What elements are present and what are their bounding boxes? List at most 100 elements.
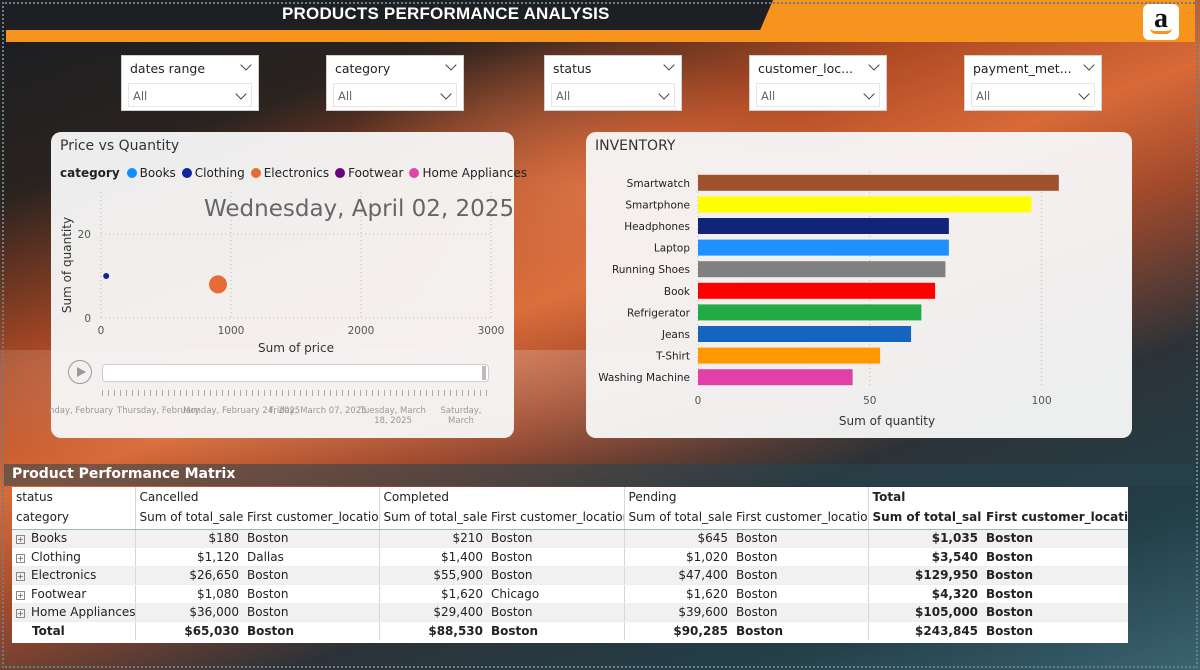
total-location-cell: Boston xyxy=(982,547,1129,567)
location-cell: Boston xyxy=(243,584,379,604)
slicer-dates-range[interactable]: dates range All xyxy=(121,55,259,111)
status-label: status xyxy=(16,489,53,504)
total-sales-cell: $3,540 xyxy=(867,547,983,567)
bar-running-shoes xyxy=(698,261,946,278)
total-row: Total $65,030 Boston $88,530 Boston $90,… xyxy=(12,621,1128,640)
y-tick-label: 0 xyxy=(84,313,91,325)
expand-icon[interactable]: + xyxy=(16,535,25,545)
chevron-down-icon[interactable] xyxy=(863,88,875,101)
expand-icon[interactable]: + xyxy=(16,572,25,582)
x-tick-label: 0 xyxy=(98,325,105,337)
location-cell: Boston xyxy=(732,603,869,622)
category-name: Footwear xyxy=(31,586,87,601)
location-cell: Boston xyxy=(243,603,379,622)
total-label: Total xyxy=(32,623,65,638)
scatter-point-electronics xyxy=(209,275,227,294)
chevron-down-icon[interactable] xyxy=(1083,59,1095,72)
table-row: + Books $180 Boston $210 Boston $645 Bost… xyxy=(12,529,1129,548)
bar-laptop xyxy=(698,239,949,256)
column-header[interactable]: First customer_location xyxy=(243,506,379,530)
sales-cell: $1,020 xyxy=(623,547,733,567)
chevron-down-icon[interactable] xyxy=(663,59,675,72)
x-tick-label: 50 xyxy=(863,395,876,407)
column-header[interactable]: Sum of total_sales xyxy=(134,506,243,530)
expand-icon[interactable]: + xyxy=(16,609,25,619)
sales-cell: $55,900 xyxy=(378,566,487,585)
sales-cell: $36,000 xyxy=(134,603,243,622)
play-label: nday, February xyxy=(49,406,114,416)
sales-cell: $1,080 xyxy=(134,584,243,604)
location-cell: Boston xyxy=(736,623,784,638)
location-cell: Boston xyxy=(487,566,625,585)
slicer-category[interactable]: category All xyxy=(326,55,464,111)
matrix-table: status Cancelled Completed Pending Total… xyxy=(12,487,1129,640)
column-header[interactable]: First customer_location xyxy=(732,506,869,530)
column-header[interactable]: Sum of total_sales xyxy=(378,506,487,530)
sales-cell: $1,400 xyxy=(378,547,487,567)
chevron-down-icon[interactable] xyxy=(445,59,457,72)
play-button[interactable] xyxy=(68,360,92,384)
total-location-cell: Boston xyxy=(986,623,1034,638)
sales-cell: $1,620 xyxy=(623,584,733,604)
table-row: + Electronics $26,650 Boston $55,900 Bost… xyxy=(12,566,1129,585)
location-cell: Boston xyxy=(732,529,869,548)
play-axis-date: Wednesday, April 02, 2025 xyxy=(204,196,515,222)
matrix-title: Product Performance Matrix xyxy=(12,466,236,482)
chevron-down-icon[interactable] xyxy=(235,88,247,101)
x-tick-label: 3000 xyxy=(478,325,505,337)
x-axis-label: Sum of price xyxy=(258,341,334,355)
slicer-dropdown[interactable]: All xyxy=(756,83,880,107)
group-header-completed[interactable]: Completed xyxy=(378,487,625,506)
location-cell: Boston xyxy=(732,547,869,567)
chevron-down-icon[interactable] xyxy=(240,59,252,72)
play-axis-labels: nday, February Thursday, February Monday… xyxy=(49,406,513,436)
group-header-total[interactable]: Total xyxy=(867,487,1129,506)
slicer-value: All xyxy=(556,89,571,103)
sales-cell: $26,650 xyxy=(134,566,243,585)
slicer-title: dates range xyxy=(130,61,206,76)
group-header-pending[interactable]: Pending xyxy=(623,487,869,506)
sales-cell: $88,530 xyxy=(378,621,487,640)
category-label: Smartwatch xyxy=(627,178,690,190)
inventory-panel: INVENTORY 0 50 100 Smartwatch Smartphone Head… xyxy=(586,132,1132,438)
chevron-down-icon[interactable] xyxy=(1078,88,1090,101)
chevron-down-icon[interactable] xyxy=(868,59,880,72)
bar-t-shirt xyxy=(698,347,881,364)
total-sales-cell: $105,000 xyxy=(867,603,983,622)
slicer-dropdown[interactable]: All xyxy=(333,83,457,107)
expand-icon[interactable]: + xyxy=(16,590,25,600)
expand-icon[interactable]: + xyxy=(16,553,25,563)
bar-jeans xyxy=(698,326,912,342)
column-header[interactable]: First customer_location xyxy=(982,506,1129,530)
page-title: PRODUCTS PERFORMANCE ANALYSIS xyxy=(282,4,610,23)
slicer-dropdown[interactable]: All xyxy=(551,83,675,107)
slicer-dropdown[interactable]: All xyxy=(128,83,252,107)
slicer-dropdown[interactable]: All xyxy=(971,83,1095,107)
column-header[interactable]: Sum of total_sales xyxy=(867,506,983,530)
chevron-down-icon[interactable] xyxy=(658,88,670,101)
slicer-value: All xyxy=(761,89,776,103)
product-performance-matrix[interactable]: status Cancelled Completed Pending Total… xyxy=(12,487,1129,643)
location-cell: Boston xyxy=(732,584,869,604)
slider-handle[interactable] xyxy=(482,366,486,380)
slicer-status[interactable]: status All xyxy=(544,55,682,111)
chevron-down-icon[interactable] xyxy=(440,88,452,101)
category-label: Smartphone xyxy=(625,199,690,211)
header-bar: PRODUCTS PERFORMANCE ANALYSIS a xyxy=(0,0,1200,44)
column-header[interactable]: First customer_location xyxy=(487,506,625,530)
location-cell: Chicago xyxy=(487,584,625,604)
slicer-payment-method[interactable]: payment_met... All xyxy=(964,55,1102,111)
x-tick-label: 0 xyxy=(695,395,702,407)
sales-cell: $47,400 xyxy=(623,566,733,585)
slicer-title: category xyxy=(335,61,391,76)
inventory-bar-chart[interactable]: 0 50 100 Smartwatch Smartphone Headphones Lapt… xyxy=(586,132,1132,438)
play-axis-ticks xyxy=(102,390,489,396)
sales-cell: $645 xyxy=(623,529,733,548)
slicer-customer-location[interactable]: customer_loc... All xyxy=(749,55,887,111)
play-axis-slider[interactable] xyxy=(102,364,489,382)
total-location-cell: Boston xyxy=(982,566,1129,585)
group-header-cancelled[interactable]: Cancelled xyxy=(134,487,379,506)
play-label: Tuesday, March 18, 2025 xyxy=(360,406,426,426)
total-location-cell: Boston xyxy=(982,529,1129,548)
column-header[interactable]: Sum of total_sales xyxy=(623,506,733,530)
